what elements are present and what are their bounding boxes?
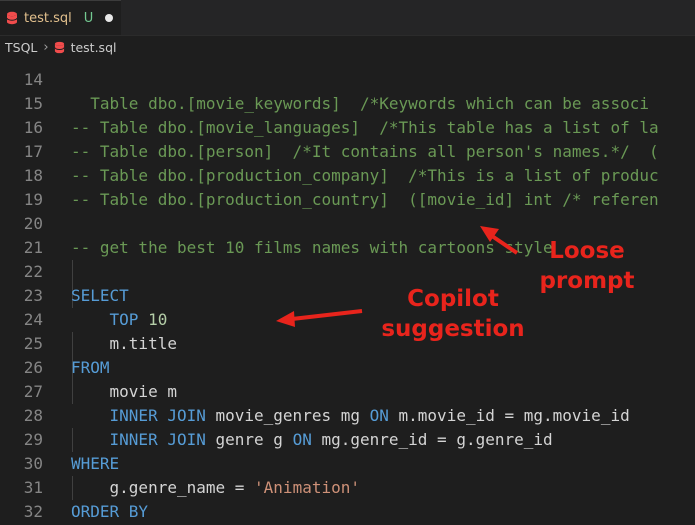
annotation-line: suggestion xyxy=(381,316,525,342)
arrow-to-suggestion-icon xyxy=(276,309,363,327)
arrow-to-prompt-icon xyxy=(480,226,519,255)
annotation-copilot-suggestion: Copilot suggestion xyxy=(374,284,532,344)
annotation-line: Copilot xyxy=(407,286,499,312)
annotation-loose-prompt: Loose prompt xyxy=(528,236,646,296)
annotation-line: prompt xyxy=(539,268,635,294)
annotation-line: Loose xyxy=(549,238,625,264)
